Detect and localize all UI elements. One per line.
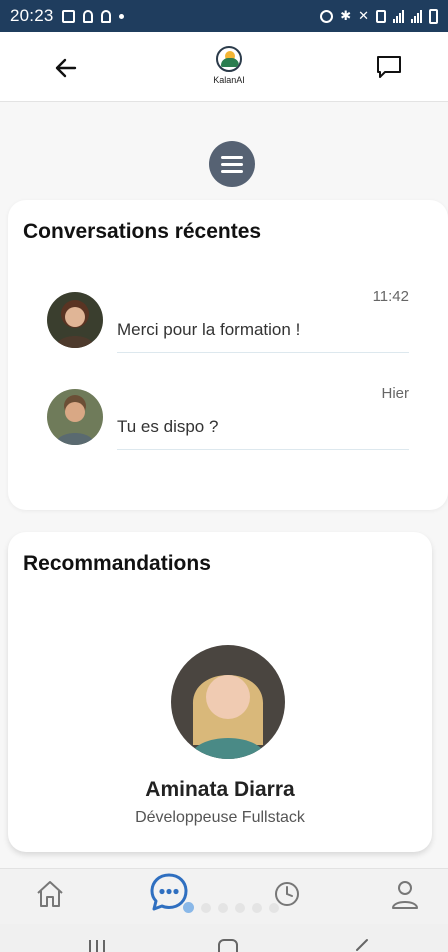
recommended-profile-name[interactable]: Aminata Diarra [8,778,432,802]
page-dot[interactable] [183,902,194,913]
system-navigation-bar [0,924,448,952]
avatar [47,292,103,348]
back-button[interactable] [52,54,80,82]
recommendations-card: Recommandations Aminata Diarra Développe… [8,532,432,852]
recommended-profile-avatar[interactable] [171,645,285,759]
conversation-message: Merci pour la formation ! [117,320,301,339]
nav-home[interactable] [33,877,67,911]
home-system-icon[interactable] [217,938,239,952]
divider [117,352,409,353]
back-system-icon[interactable] [352,938,370,952]
recommendations-title: Recommandations [23,552,211,575]
app-bar: KalanAI [0,32,448,102]
status-right-icons: ✱ ✕ [320,8,438,24]
signal-icon [411,9,422,23]
messages-button[interactable] [374,52,404,82]
logo-mark [216,46,242,72]
page-dot[interactable] [269,902,279,913]
hamburger-icon-line [221,169,243,173]
hamburger-icon-line [221,162,243,166]
nfc-icon [376,9,386,23]
conversation-item[interactable]: Hier Tu es dispo ? [8,385,448,465]
battery-icon [429,8,438,24]
conversation-message: Tu es dispo ? [117,417,219,436]
bluetooth-icon: ✱ [340,8,352,23]
conversation-item[interactable]: 11:42 Merci pour la formation ! [8,288,448,368]
mute-icon: ✕ [358,8,369,23]
hamburger-icon-line [221,155,243,159]
status-left-icons [61,9,124,23]
more-notifications-icon [118,13,124,19]
notification-icon [61,9,75,23]
page-dot[interactable] [201,902,211,913]
notification-icon [100,9,111,23]
arrow-left-icon [55,58,77,78]
notification-icon [82,9,93,23]
conversation-time: 11:42 [372,288,409,305]
page-dot[interactable] [235,902,245,913]
alarm-icon [320,9,334,23]
signal-icon [393,9,404,23]
page-indicator [183,902,279,913]
menu-button[interactable] [209,141,255,187]
user-icon [392,881,418,909]
home-icon [37,881,63,907]
nav-profile[interactable] [388,877,422,911]
main-content[interactable]: Conversations récentes 11:42 Merci pour … [0,102,448,868]
avatar [47,389,103,445]
recent-conversations-title: Conversations récentes [23,220,262,243]
status-bar: 20:23 ✱ ✕ [0,0,448,32]
chat-bubble-icon [377,56,401,78]
bottom-navigation [0,868,448,924]
page-dot[interactable] [218,902,228,913]
conversation-time: Hier [381,385,409,402]
status-time: 20:23 [10,6,54,25]
recommended-profile-role: Développeuse Fullstack [135,809,305,826]
logo-text: KalanAI [213,75,245,85]
app-logo: KalanAI [209,46,249,90]
divider [117,449,409,450]
recent-apps-icon[interactable] [86,938,108,952]
recent-conversations-card: Conversations récentes 11:42 Merci pour … [8,200,448,510]
page-dot[interactable] [252,902,262,913]
